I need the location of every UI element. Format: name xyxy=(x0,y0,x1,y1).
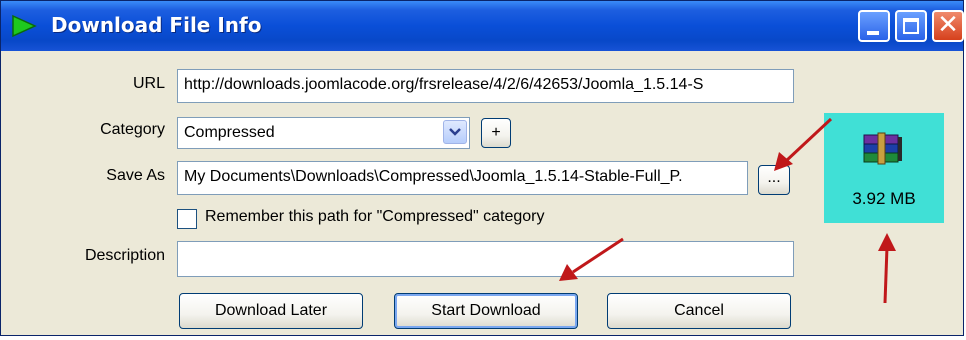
close-icon: ✕ xyxy=(937,10,959,40)
maximize-button[interactable] xyxy=(895,10,927,42)
winrar-archive-icon xyxy=(863,132,902,165)
minimize-icon xyxy=(867,31,879,35)
category-selected-value: Compressed xyxy=(184,124,275,141)
category-label: Category xyxy=(100,121,165,138)
browse-button[interactable]: ... xyxy=(758,165,790,195)
title-bar[interactable]: Download File Info ✕ xyxy=(1,1,964,51)
save-as-label: Save As xyxy=(106,167,165,184)
arrow-to-file-size xyxy=(878,233,896,304)
file-info-panel: 3.92 MB xyxy=(824,113,944,223)
file-size: 3.92 MB xyxy=(852,189,916,208)
category-dropdown-button[interactable] xyxy=(443,120,467,144)
download-file-info-dialog: Download File Info ✕ URL http://download… xyxy=(0,0,964,336)
minimize-button[interactable] xyxy=(858,10,890,42)
download-later-button[interactable]: Download Later xyxy=(179,293,363,329)
window-title: Download File Info xyxy=(51,13,262,37)
save-as-path-field[interactable]: My Documents\Downloads\Compressed\Joomla… xyxy=(177,161,748,195)
close-button[interactable]: ✕ xyxy=(932,10,964,42)
remember-path-checkbox[interactable] xyxy=(177,209,197,229)
url-field[interactable]: http://downloads.joomlacode.org/frsrelea… xyxy=(177,69,794,103)
arrow-to-browse-button xyxy=(774,117,833,171)
description-field[interactable] xyxy=(177,241,794,277)
chevron-down-icon xyxy=(449,128,461,136)
maximize-icon xyxy=(903,18,919,34)
remember-path-label[interactable]: Remember this path for "Compressed" cate… xyxy=(205,208,545,226)
cancel-button[interactable]: Cancel xyxy=(607,293,791,329)
description-label: Description xyxy=(84,247,165,264)
play-arrow-icon xyxy=(12,14,37,38)
add-category-button[interactable]: + xyxy=(481,118,511,148)
category-select[interactable]: Compressed xyxy=(177,117,470,149)
start-download-button[interactable]: Start Download xyxy=(394,293,578,329)
url-label: URL xyxy=(132,75,165,92)
